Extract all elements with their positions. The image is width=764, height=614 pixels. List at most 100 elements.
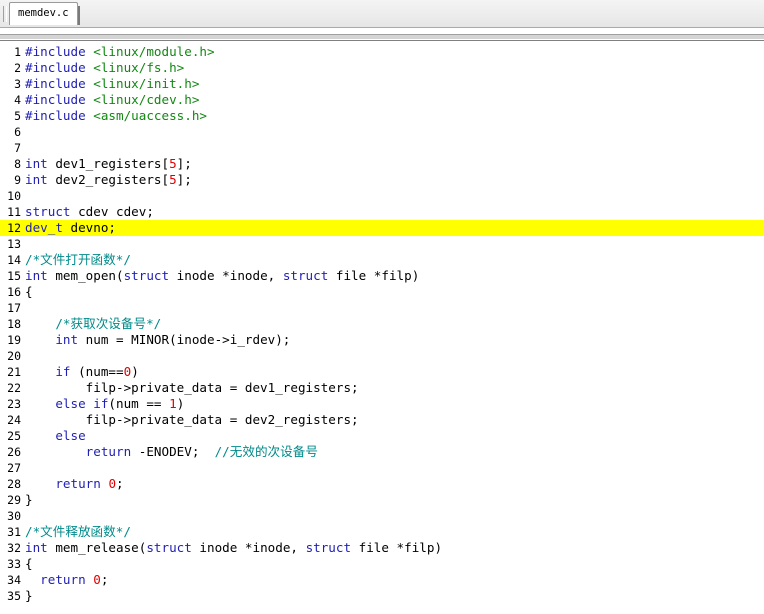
code-token: ): [176, 396, 185, 411]
code-token: struct: [25, 204, 71, 219]
line-code: #include <linux/cdev.h>: [25, 92, 199, 108]
code-token: return: [40, 572, 86, 587]
code-token: <asm/uaccess.h>: [93, 108, 207, 123]
code-token: dev_t: [25, 220, 63, 235]
code-line[interactable]: 28 return 0;: [0, 476, 764, 492]
code-editor[interactable]: 1 #include <linux/module.h> 2 #include <lin…: [0, 44, 764, 614]
line-code: return 0;: [25, 476, 123, 492]
code-token: file *filp): [328, 268, 420, 283]
code-token: 5: [169, 172, 177, 187]
code-line[interactable]: 18 /*获取次设备号*/: [0, 316, 764, 332]
code-token: if: [55, 364, 71, 379]
line-code: int dev2_registers[5];: [25, 172, 192, 188]
line-number: 6: [14, 125, 21, 139]
code-token: int: [25, 156, 48, 171]
code-token: 5: [169, 156, 177, 171]
line-code: /*文件释放函数*/: [25, 524, 131, 540]
line-code: }: [25, 588, 33, 604]
code-token: mem_open(: [47, 268, 124, 283]
code-token: 0: [108, 476, 117, 491]
code-line[interactable]: 14 /*文件打开函数*/: [0, 252, 764, 268]
line-number: 17: [7, 301, 21, 315]
code-line[interactable]: 25 else: [0, 428, 764, 444]
code-line[interactable]: 21 if (num==0): [0, 364, 764, 380]
line-number: 27: [7, 461, 21, 475]
code-line[interactable]: 19 int num = MINOR(inode->i_rdev);: [0, 332, 764, 348]
code-token: 0: [93, 572, 101, 587]
code-line[interactable]: 35}: [0, 588, 764, 604]
line-code: #include <linux/init.h>: [25, 76, 199, 92]
code-token: ];: [176, 172, 192, 187]
code-line[interactable]: 8 int dev1_registers[5];: [0, 156, 764, 172]
line-number: 24: [7, 413, 21, 427]
code-line[interactable]: 10: [0, 188, 764, 204]
line-number: 22: [7, 381, 21, 395]
code-token: 获取次设备号: [70, 316, 147, 331]
line-number: 20: [7, 349, 21, 363]
line-number: 34: [7, 573, 21, 587]
code-line[interactable]: 30: [0, 508, 764, 524]
line-code: #include <asm/uaccess.h>: [25, 108, 207, 124]
code-line[interactable]: 22 filp->private_data = dev1_registers;: [0, 380, 764, 396]
code-line[interactable]: 2 #include <linux/fs.h>: [0, 60, 764, 76]
line-number: 9: [14, 173, 21, 187]
line-code: int dev1_registers[5];: [25, 156, 192, 172]
line-code: int mem_open(struct inode *inode, struct…: [25, 268, 419, 284]
code-line[interactable]: 26 return -ENODEV; //无效的次设备号: [0, 444, 764, 460]
line-code: else if(num == 1): [25, 396, 184, 412]
code-token: /*: [55, 316, 71, 331]
code-line[interactable]: 4 #include <linux/cdev.h>: [0, 92, 764, 108]
code-line[interactable]: 6: [0, 124, 764, 140]
code-line[interactable]: 33 {: [0, 556, 764, 572]
code-line[interactable]: 13: [0, 236, 764, 252]
code-line[interactable]: 1 #include <linux/module.h>: [0, 44, 764, 60]
code-token: ];: [176, 156, 192, 171]
code-line[interactable]: 7: [0, 140, 764, 156]
code-line[interactable]: 23 else if(num == 1): [0, 396, 764, 412]
code-token: #include: [25, 60, 86, 75]
code-line[interactable]: 16 {: [0, 284, 764, 300]
line-code: return 0;: [25, 572, 108, 588]
code-token: int: [25, 172, 48, 187]
code-line[interactable]: 31 /*文件释放函数*/: [0, 524, 764, 540]
line-code: else: [25, 428, 86, 444]
code-line[interactable]: 17: [0, 300, 764, 316]
line-code: }: [25, 492, 33, 508]
editor-top-border: [0, 40, 764, 41]
code-line[interactable]: 5 #include <asm/uaccess.h>: [0, 108, 764, 124]
code-token: #include: [25, 44, 86, 59]
code-line[interactable]: 20: [0, 348, 764, 364]
code-line[interactable]: 9 int dev2_registers[5];: [0, 172, 764, 188]
code-token: int: [25, 268, 48, 283]
line-code: /*获取次设备号*/: [25, 316, 161, 332]
code-token: dev2_registers[: [47, 172, 170, 187]
line-number: 15: [7, 269, 21, 283]
line-number: 18: [7, 317, 21, 331]
code-line[interactable]: 11 struct cdev cdev;: [0, 204, 764, 220]
code-line[interactable]: 32 int mem_release(struct inode *inode, s…: [0, 540, 764, 556]
code-line-current[interactable]: 12 dev_t devno;: [0, 220, 764, 236]
code-line[interactable]: 27: [0, 460, 764, 476]
code-token: mem_release(: [47, 540, 147, 555]
code-token: /*: [25, 524, 41, 539]
line-number: 29: [7, 493, 21, 507]
code-line[interactable]: 3 #include <linux/init.h>: [0, 76, 764, 92]
line-code: if (num==0): [25, 364, 138, 380]
line-number: 1: [14, 45, 21, 59]
code-line[interactable]: 34 return 0;: [0, 572, 764, 588]
line-number: 28: [7, 477, 21, 491]
tab-bar: memdev.c: [0, 0, 764, 28]
line-code: int mem_release(struct inode *inode, str…: [25, 540, 442, 556]
code-line[interactable]: 29}: [0, 492, 764, 508]
code-token: else: [55, 428, 86, 443]
tab-memdev-c[interactable]: memdev.c: [9, 2, 80, 25]
code-token: inode *inode,: [169, 268, 283, 283]
code-token: 无效的次设备号: [229, 444, 318, 459]
code-line[interactable]: 15 int mem_open(struct inode *inode, stru…: [0, 268, 764, 284]
code-line[interactable]: 24 filp->private_data = dev2_registers;: [0, 412, 764, 428]
code-token: 文件释放函数: [40, 524, 116, 539]
